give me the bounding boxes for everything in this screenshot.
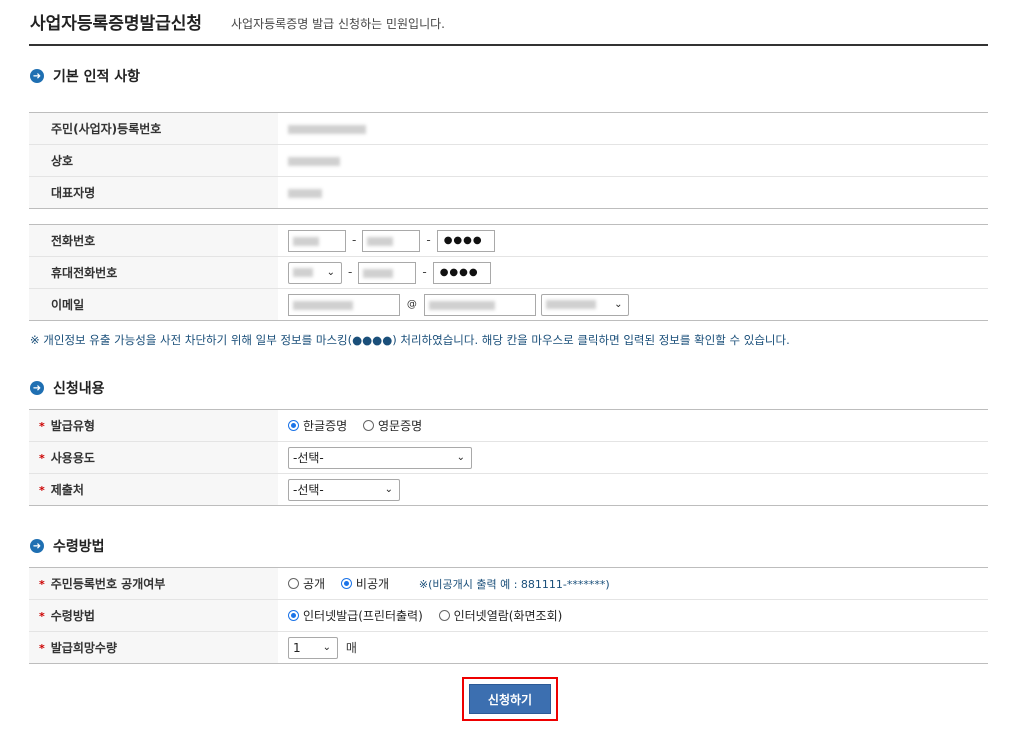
copies-label: 발급희망수량 bbox=[50, 641, 118, 655]
email-row: @ ⌄ bbox=[278, 288, 988, 321]
radio-korean-cert-label[interactable]: 한글증명 bbox=[303, 419, 347, 433]
required-mark: * bbox=[39, 452, 45, 465]
required-mark: * bbox=[39, 642, 45, 655]
radio-disclose-label[interactable]: 공개 bbox=[303, 577, 325, 591]
company-value bbox=[278, 144, 988, 177]
chevron-down-icon: ⌄ bbox=[614, 299, 623, 310]
email-id-input[interactable] bbox=[288, 293, 400, 316]
radio-internet-view[interactable] bbox=[438, 610, 450, 621]
mobile-masked-text: ●●●● bbox=[439, 266, 479, 278]
disclose-label-cell: * 주민등록번호 공개여부 bbox=[29, 567, 278, 600]
arrow-circle-icon: ➜ bbox=[30, 381, 44, 395]
reg-no-label: 주민(사업자)등록번호 bbox=[29, 112, 278, 145]
email-at-sign: @ bbox=[406, 299, 417, 310]
radio-nondisclose-label[interactable]: 비공개 bbox=[356, 577, 389, 591]
required-mark: * bbox=[39, 420, 45, 433]
issue-type-label: 발급유형 bbox=[50, 419, 95, 433]
issue-type-label-cell: * 발급유형 bbox=[29, 409, 278, 442]
required-mark: * bbox=[39, 610, 45, 623]
mobile-part3-input[interactable]: ●●●● bbox=[432, 261, 491, 284]
mobile-label: 휴대전화번호 bbox=[29, 256, 278, 289]
mobile-part2-input[interactable] bbox=[358, 261, 417, 284]
chevron-down-icon: ⌄ bbox=[322, 642, 331, 653]
phone-part2-input[interactable] bbox=[362, 229, 421, 252]
submit-to-label: 제출처 bbox=[50, 483, 84, 497]
arrow-circle-icon: ➜ bbox=[30, 539, 44, 553]
apply-table: * 발급유형 한글증명 영문증명 * 사용용도 -선택- ⌄ * 제출처 -선택- ⌄ bbox=[29, 409, 988, 506]
section-basic-label: 기본 인적 사항 bbox=[53, 69, 141, 85]
method-options: 인터넷발급(프린터출력) 인터넷열람(화면조회) bbox=[278, 599, 988, 632]
receive-table: * 주민등록번호 공개여부 공개 비공개 ※(비공개시 출력 예 : 881111… bbox=[29, 567, 988, 664]
reg-no-value bbox=[278, 112, 988, 145]
copies-select[interactable]: 1 ⌄ bbox=[288, 636, 338, 659]
phone-label: 전화번호 bbox=[29, 224, 278, 257]
usage-select-value: -선택- bbox=[293, 451, 324, 465]
submit-button[interactable]: 신청하기 bbox=[469, 684, 551, 714]
section-apply-title: ➜ 신청내용 bbox=[30, 378, 105, 398]
mobile-prefix-select[interactable]: ⌄ bbox=[288, 261, 342, 284]
copies-select-value: 1 bbox=[293, 640, 301, 655]
copies-cell: 1 ⌄ 매 bbox=[278, 631, 988, 664]
radio-internet-issue[interactable] bbox=[288, 610, 299, 621]
disclose-options: 공개 비공개 ※(비공개시 출력 예 : 881111-*******) bbox=[278, 567, 988, 600]
chevron-down-icon: ⌄ bbox=[326, 267, 335, 278]
phone-part1-input[interactable] bbox=[288, 229, 346, 252]
chevron-down-icon: ⌄ bbox=[456, 452, 465, 463]
submit-to-select-value: -선택- bbox=[293, 483, 324, 497]
phone-masked-text: ●●●● bbox=[443, 234, 483, 246]
usage-select[interactable]: -선택- ⌄ bbox=[288, 446, 472, 469]
method-label-cell: * 수령방법 bbox=[29, 599, 278, 632]
submit-to-select[interactable]: -선택- ⌄ bbox=[288, 478, 400, 501]
disclose-label: 주민등록번호 공개여부 bbox=[50, 577, 166, 591]
section-receive-title: ➜ 수령방법 bbox=[30, 536, 105, 556]
radio-english-cert-label[interactable]: 영문증명 bbox=[378, 419, 422, 433]
title-divider bbox=[29, 44, 988, 46]
issue-type-options: 한글증명 영문증명 bbox=[278, 409, 988, 442]
usage-label-cell: * 사용용도 bbox=[29, 441, 278, 474]
copies-unit: 매 bbox=[345, 641, 357, 655]
radio-korean-cert[interactable] bbox=[288, 420, 299, 431]
ceo-label: 대표자명 bbox=[29, 176, 278, 209]
email-domain-select[interactable]: ⌄ bbox=[541, 293, 630, 316]
chevron-down-icon: ⌄ bbox=[384, 484, 393, 495]
email-domain-input[interactable] bbox=[423, 293, 536, 316]
method-label: 수령방법 bbox=[50, 609, 95, 623]
required-mark: * bbox=[39, 484, 45, 497]
submit-highlight: 신청하기 bbox=[462, 677, 558, 721]
disclose-hint: ※(비공개시 출력 예 : 881111-*******) bbox=[418, 577, 610, 591]
radio-internet-view-label[interactable]: 인터넷열람(화면조회) bbox=[454, 609, 563, 623]
radio-english-cert[interactable] bbox=[363, 420, 374, 431]
page-subtitle: 사업자등록증명 발급 신청하는 민원입니다. bbox=[231, 17, 445, 31]
basic-info-table: 주민(사업자)등록번호 상호 대표자명 bbox=[29, 112, 988, 209]
email-label: 이메일 bbox=[29, 288, 278, 321]
section-basic-title: ➜ 기본 인적 사항 bbox=[30, 66, 140, 86]
radio-internet-issue-label[interactable]: 인터넷발급(프린터출력) bbox=[303, 609, 423, 623]
submit-to-cell: -선택- ⌄ bbox=[278, 473, 988, 506]
company-label: 상호 bbox=[29, 144, 278, 177]
arrow-circle-icon: ➜ bbox=[30, 69, 44, 83]
contact-table: 전화번호 - - ●●●● 휴대전화번호 ⌄ - - ●●●● 이메일 @ ⌄ bbox=[29, 224, 988, 321]
radio-disclose[interactable] bbox=[288, 578, 299, 589]
masking-notice: ※ 개인정보 유출 가능성을 사전 차단하기 위해 일부 정보를 마스킹(●●●… bbox=[30, 333, 790, 347]
mobile-row: ⌄ - - ●●●● bbox=[278, 256, 988, 289]
required-mark: * bbox=[39, 578, 45, 591]
ceo-value bbox=[278, 176, 988, 209]
usage-cell: -선택- ⌄ bbox=[278, 441, 988, 474]
copies-label-cell: * 발급희망수량 bbox=[29, 631, 278, 664]
section-receive-label: 수령방법 bbox=[53, 539, 105, 555]
page-title: 사업자등록증명발급신청 bbox=[30, 14, 203, 34]
submit-to-label-cell: * 제출처 bbox=[29, 473, 278, 506]
phone-row: - - ●●●● bbox=[278, 224, 988, 257]
usage-label: 사용용도 bbox=[50, 451, 95, 465]
section-apply-label: 신청내용 bbox=[53, 381, 105, 397]
radio-nondisclose[interactable] bbox=[340, 578, 352, 589]
phone-part3-input[interactable]: ●●●● bbox=[436, 229, 495, 252]
